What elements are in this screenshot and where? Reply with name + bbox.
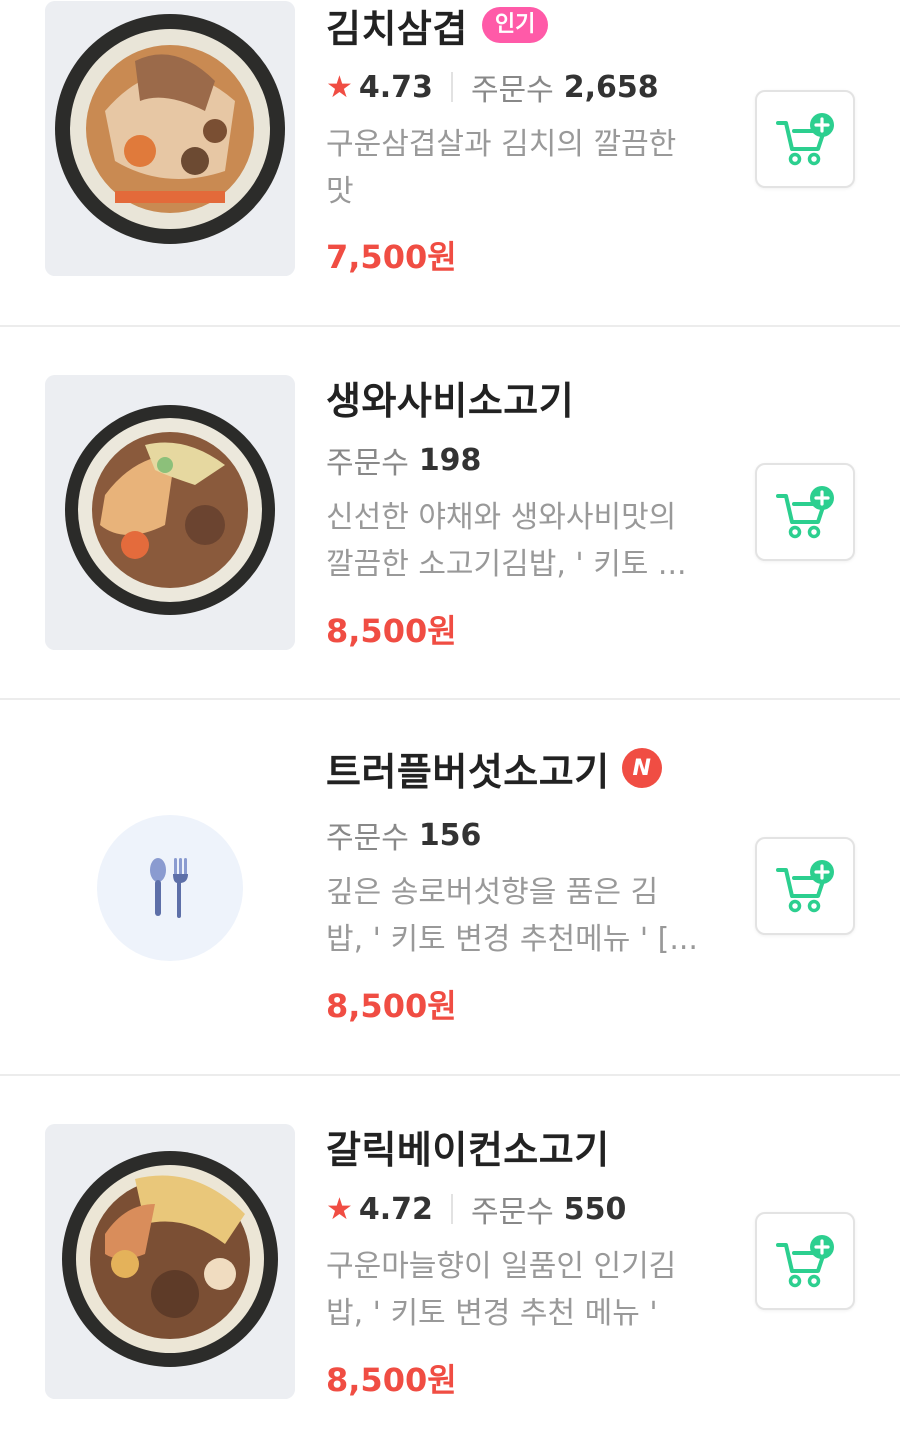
menu-item-title[interactable]: 생와사비소고기	[326, 370, 574, 425]
description-line: 신선한 야채와 생와사비맛의	[326, 500, 677, 535]
menu-item-wasabi-beef[interactable]: 생와사비소고기 주문수 198 신선한 야채와 생와사비맛의 깔끔한 소고기김밥…	[0, 327, 900, 699]
menu-item-price: 8,500원	[326, 612, 457, 650]
cart-plus-icon	[776, 113, 834, 166]
menu-item-title[interactable]: 갈릭베이컨소고기	[326, 1119, 610, 1174]
menu-list: 김치삼겹 인기 ★ 4.73 주문수 2,658 구운삼겹살과 김치의 깔끔한 …	[0, 0, 900, 1438]
menu-item-title[interactable]: 김치삼겹	[326, 0, 468, 53]
orders-label: 주문수	[470, 73, 554, 108]
meta-divider	[450, 1194, 453, 1224]
rating-value: 4.73	[358, 69, 433, 105]
fork-spoon-icon	[150, 858, 188, 918]
meta-divider	[450, 72, 453, 102]
menu-item-image[interactable]	[45, 1, 295, 276]
menu-item-price: 7,500원	[326, 238, 457, 276]
rating-value: 4.72	[358, 1191, 433, 1227]
orders-count: 2,658	[563, 69, 659, 105]
kimbap-photo	[45, 375, 295, 650]
menu-item-kimchi-samgyeop[interactable]: 김치삼겹 인기 ★ 4.73 주문수 2,658 구운삼겹살과 김치의 깔끔한 …	[0, 0, 900, 326]
star-icon: ★	[326, 1191, 353, 1227]
menu-item-image[interactable]	[45, 1124, 295, 1399]
menu-item-description: 구운마늘향이 일품인 인기김 밥, ' 키토 변경 추천 메뉴 '	[326, 1243, 706, 1337]
orders-count: 156	[418, 817, 482, 853]
menu-item-title[interactable]: 트러플버섯소고기	[326, 741, 610, 796]
star-icon: ★	[326, 69, 353, 105]
cart-plus-icon	[776, 486, 834, 539]
orders-label: 주문수	[470, 1195, 554, 1230]
menu-item-description: 구운삼겹살과 김치의 깔끔한 맛	[326, 121, 706, 215]
description-line: 구운마늘향이 일품인 인기김	[326, 1249, 677, 1284]
menu-item-price: 8,500원	[326, 1361, 457, 1399]
menu-item-description: 신선한 야채와 생와사비맛의 깔끔한 소고기김밥, ' 키토 ...	[326, 494, 706, 588]
kimbap-photo	[45, 1, 295, 276]
menu-item-garlic-bacon-beef[interactable]: 갈릭베이컨소고기 ★ 4.72 주문수 550 구운마늘향이 일품인 인기김 밥…	[0, 1076, 900, 1438]
new-badge: N	[621, 748, 662, 788]
description-line: 깔끔한 소고기김밥, ' 키토 ...	[326, 547, 687, 582]
orders-label: 주문수	[326, 821, 409, 856]
description-line: 밥, ' 키토 변경 추천 메뉴 '	[326, 1296, 658, 1331]
orders-label: 주문수	[326, 446, 409, 481]
add-to-cart-button[interactable]	[755, 837, 855, 935]
image-placeholder[interactable]	[97, 815, 243, 961]
add-to-cart-button[interactable]	[755, 90, 855, 188]
orders-count: 550	[563, 1191, 627, 1227]
kimbap-photo	[45, 1124, 295, 1399]
description-line: 구운삼겹살과 김치의 깔끔한	[326, 127, 677, 162]
menu-item-truffle-beef[interactable]: 트러플버섯소고기 N 주문수 156 깊은 송로버섯향을 품은 김 밥, ' 키…	[0, 700, 900, 1074]
cart-plus-icon	[776, 1235, 834, 1288]
menu-item-description: 깊은 송로버섯향을 품은 김 밥, ' 키토 변경 추천메뉴 ' [...	[326, 869, 706, 963]
add-to-cart-button[interactable]	[755, 1212, 855, 1310]
popular-badge: 인기	[481, 7, 549, 43]
description-line: 밥, ' 키토 변경 추천메뉴 ' [...	[326, 922, 698, 957]
add-to-cart-button[interactable]	[755, 463, 855, 561]
description-line: 맛	[326, 174, 354, 209]
cart-plus-icon	[776, 860, 834, 913]
orders-count: 198	[418, 442, 482, 478]
description-line: 깊은 송로버섯향을 품은 김	[326, 875, 659, 910]
menu-item-image[interactable]	[45, 375, 295, 650]
menu-item-price: 8,500원	[326, 987, 457, 1025]
